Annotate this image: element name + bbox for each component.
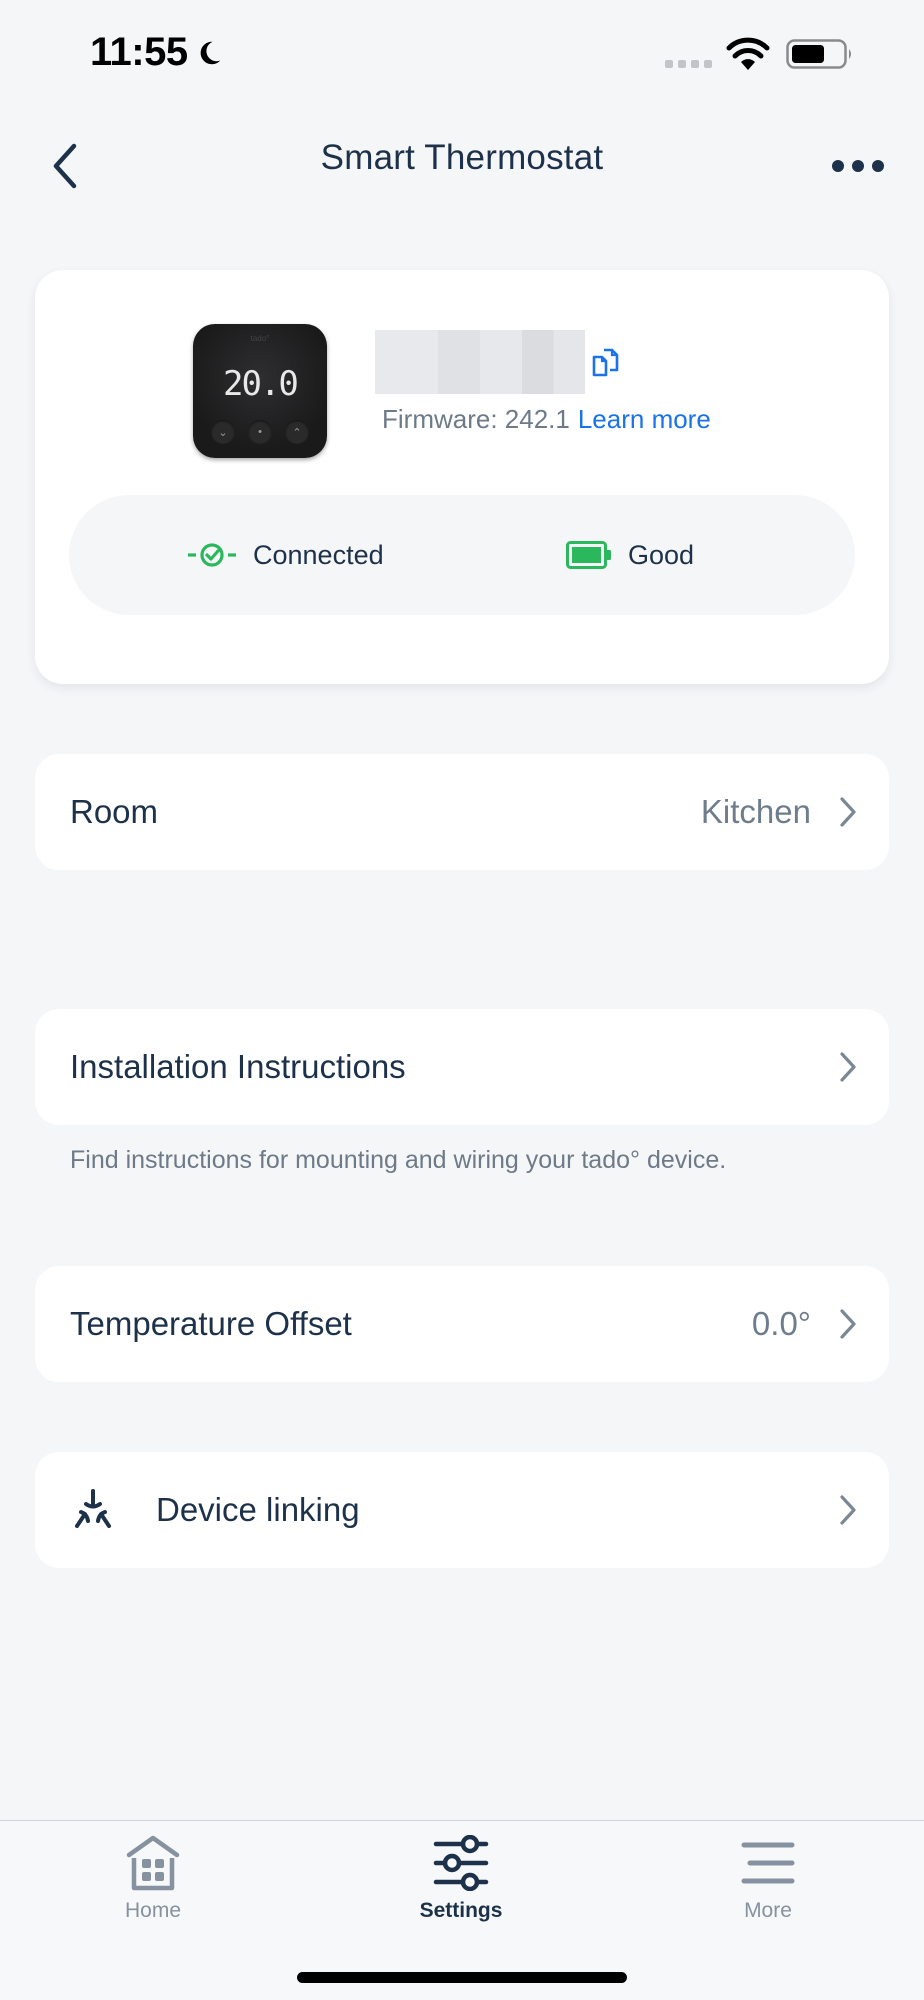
home-indicator[interactable] [297,1972,627,1983]
device-down-icon: ⌄ [211,420,235,444]
status-bar: 11:55 [0,0,924,110]
chevron-right-icon [840,1052,856,1082]
learn-more-link[interactable]: Learn more [578,404,711,434]
nav-header: Smart Thermostat [0,120,924,210]
room-setting[interactable]: Room Kitchen [35,754,889,870]
tab-home[interactable]: Home [53,1831,253,1941]
device-linking-setting[interactable]: Device linking [35,1452,889,1568]
battery-status: Good [566,495,694,615]
connection-status-label: Connected [253,539,384,570]
menu-icon [741,1842,795,1884]
device-info-card: tado° 20.0 ⌄ • ⌃ Firmware: 242.1 Learn mo… [35,270,889,684]
thermostat-image: tado° 20.0 ⌄ • ⌃ [193,324,327,458]
copy-icon[interactable] [590,346,624,380]
tab-home-label: Home [124,1899,182,1922]
device-buttons: ⌄ • ⌃ [211,420,309,444]
page-title: Smart Thermostat [320,138,604,177]
battery-full-icon [566,541,611,569]
chevron-right-icon [840,1495,856,1525]
device-up-icon: ⌃ [285,420,309,444]
tab-more-label: More [744,1899,792,1922]
tab-settings-label: Settings [419,1899,503,1922]
wifi-icon [726,37,770,70]
cellular-signal-icon [665,60,712,68]
tab-more[interactable]: More [668,1831,868,1941]
device-display-temperature: 20.0 [223,364,299,404]
time-text: 11:55 [90,30,188,74]
firmware-version: Firmware: 242.1 [382,404,570,434]
serial-number-redacted [375,330,585,394]
room-label: Room [70,793,159,830]
temperature-offset-setting[interactable]: Temperature Offset 0.0° [35,1266,889,1382]
installation-instructions-label: Installation Instructions [70,1048,406,1085]
chevron-right-icon [840,797,856,827]
sliders-icon [433,1835,489,1891]
status-time: 11:55 [90,30,224,75]
device-brand: tado° [250,334,270,343]
device-linking-label: Device linking [156,1491,360,1528]
screen: 11:55 Smart Thermostat tado° 20.0 ⌄ • ⌃ … [0,0,924,2000]
home-icon [126,1835,180,1891]
tab-settings[interactable]: Settings [361,1831,561,1941]
connection-status: Connected [187,495,384,615]
temperature-offset-label: Temperature Offset [70,1305,352,1342]
installation-helper-text: Find instructions for mounting and wirin… [70,1146,727,1174]
device-status-pill: Connected Good [69,495,855,615]
temperature-offset-value: 0.0° [751,1305,811,1342]
device-center-icon: • [248,420,272,444]
battery-icon [786,39,851,69]
room-value: Kitchen [700,793,811,830]
moon-icon [200,41,220,64]
device-linking-icon [75,1489,111,1528]
firmware-row: Firmware: 242.1 Learn more [382,404,711,435]
installation-instructions-setting[interactable]: Installation Instructions [35,1009,889,1125]
connected-check-icon [188,543,236,567]
battery-status-label: Good [628,539,695,570]
more-options-button[interactable] [830,156,886,176]
chevron-right-icon [840,1309,856,1339]
